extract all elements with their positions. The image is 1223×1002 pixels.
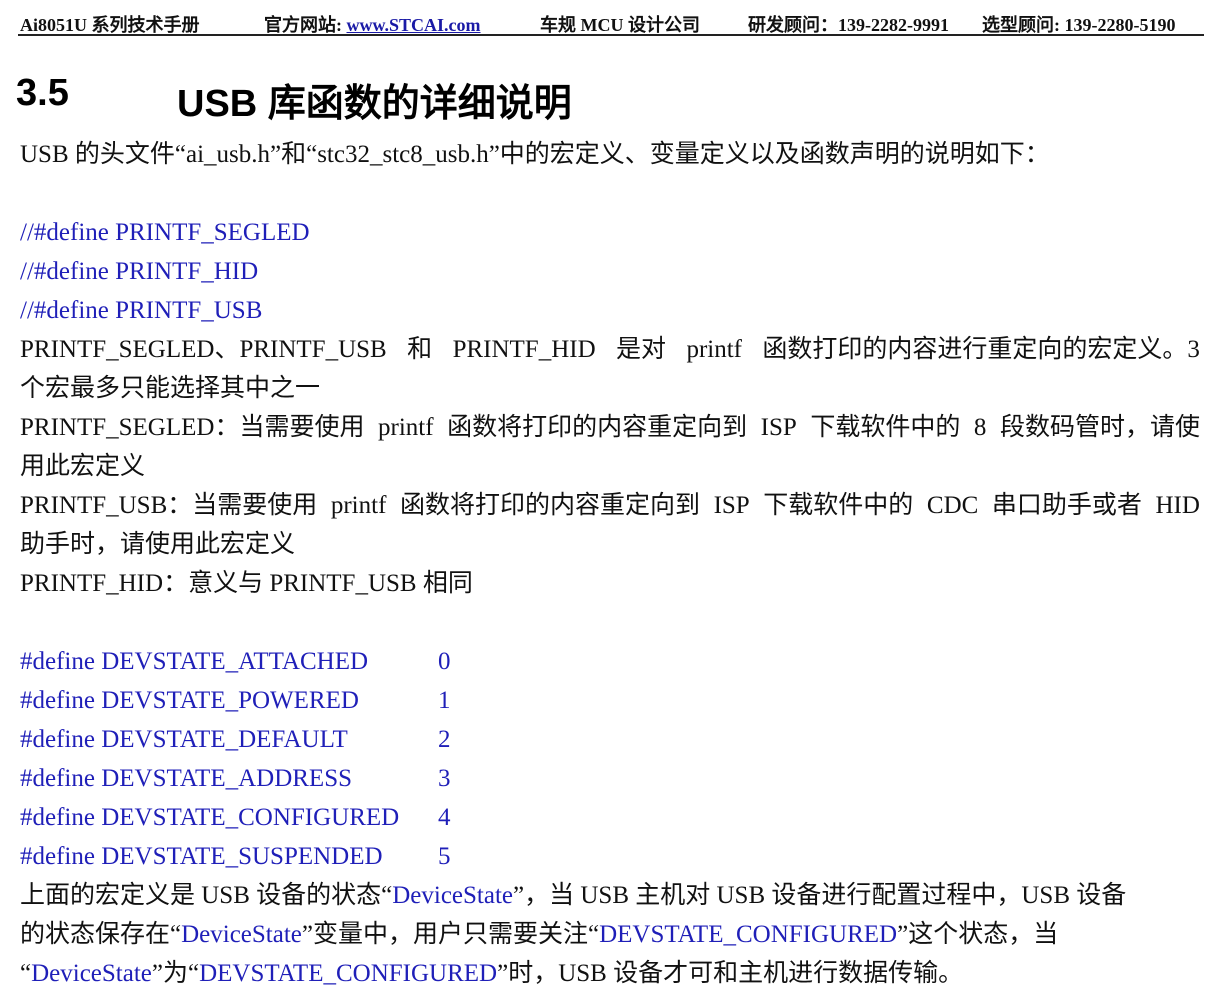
code-line: //#define PRINTF_SEGLED (20, 219, 310, 246)
official-site: 官方网站: www.STCAI.com (264, 11, 481, 37)
printf-desc-line: PRINTF_USB：当需要使用 printf 函数将打印的内容重定向到 ISP… (20, 490, 1200, 522)
final-paragraph-line: 上面的宏定义是 USB 设备的状态“DeviceState”，当 USB 主机对… (20, 880, 1126, 912)
company-slogan: 车规 MCU 设计公司 (540, 15, 700, 35)
text-run: PRINTF_SEGLED：当需要使用 (20, 414, 365, 441)
text-run: PRINTF_SEGLED、PRINTF_USB (20, 336, 387, 363)
selection-consultant: 选型顾问: 139-2280-5190 (982, 15, 1176, 35)
text-run: CDC (926, 492, 979, 519)
text-run: 是对 (616, 336, 667, 363)
text-run: 的状态保存在“ (20, 921, 182, 948)
printf-desc-line: PRINTF_HID：意义与 PRINTF_USB 相同 (20, 570, 473, 597)
section-title: USB 库函数的详细说明 (177, 83, 572, 125)
text-run: printf (330, 492, 387, 519)
define-value: 0 (438, 648, 451, 675)
final-paragraph-line: “DeviceState”为“DEVSTATE_CONFIGURED”时，USB… (20, 958, 963, 990)
text-run: 下载软件中的 (763, 492, 914, 519)
text-run: printf (686, 336, 743, 363)
text-run: ”为“ (151, 960, 200, 987)
devstate-define: #define DEVSTATE_SUSPENDED 5 (20, 841, 451, 873)
code-line: //#define PRINTF_USB (20, 297, 263, 324)
text-run-code: DEVSTATE_CONFIGURED (199, 960, 498, 987)
rd-consultant: 研发顾问：139-2282-9991 (748, 15, 949, 35)
printf-desc-line: 个宏最多只能选择其中之一 (20, 375, 321, 402)
text-run-code: DeviceState (31, 960, 152, 987)
text-run: 上面的宏定义是 USB 设备的状态“ (20, 882, 393, 909)
manual-title: Ai8051U 系列技术手册 (20, 15, 200, 35)
devstate-define: #define DEVSTATE_DEFAULT 2 (20, 724, 451, 756)
define-name: #define DEVSTATE_ATTACHED (20, 648, 369, 675)
text-run: ”，当 USB 主机对 USB 设备进行配置过程中，USB 设备 (513, 882, 1127, 909)
code-line: //#define PRINTF_HID (20, 258, 259, 285)
intro-paragraph: USB 的头文件“ai_usb.h”和“stc32_stc8_usb.h”中的宏… (20, 141, 1050, 168)
devstate-define: #define DEVSTATE_ADDRESS 3 (20, 763, 451, 795)
define-name: #define DEVSTATE_DEFAULT (20, 726, 348, 753)
printf-desc-line: PRINTF_SEGLED、PRINTF_USB 和 PRINTF_HID 是对… (20, 334, 1200, 366)
printf-desc-line: 用此宏定义 (20, 453, 146, 480)
final-paragraph-line: 的状态保存在“DeviceState”变量中，用户只需要关注“DEVSTATE_… (20, 919, 1058, 951)
text-run-code: DEVSTATE_CONFIGURED (599, 921, 898, 948)
official-site-link[interactable]: www.STCAI.com (347, 15, 481, 35)
official-site-label: 官方网站: (264, 15, 347, 35)
text-run: ”时，USB 设备才可和主机进行数据传输。 (497, 960, 964, 987)
text-run: 和 (407, 336, 433, 363)
printf-desc-line: 助手时，请使用此宏定义 (20, 531, 296, 558)
printf-desc-line: PRINTF_SEGLED：当需要使用 printf 函数将打印的内容重定向到 … (20, 412, 1200, 444)
text-run: ”这个状态，当 (897, 921, 1059, 948)
text-run: 串口助手或者 (991, 492, 1142, 519)
define-name: #define DEVSTATE_ADDRESS (20, 765, 353, 792)
define-value: 2 (438, 726, 451, 753)
text-run: PRINTF_HID (452, 336, 596, 363)
define-value: 1 (438, 687, 451, 714)
text-run: 函数将打印的内容重定向到 (447, 414, 748, 441)
text-run: HID (1155, 492, 1200, 519)
define-name: #define DEVSTATE_CONFIGURED (20, 804, 400, 831)
section-number: 3.5 (16, 72, 69, 114)
devstate-define: #define DEVSTATE_CONFIGURED 4 (20, 802, 451, 834)
define-name: #define DEVSTATE_POWERED (20, 687, 359, 714)
text-run: 函数打印的内容进行重定向的宏定义。3 (762, 336, 1200, 363)
define-value: 5 (438, 843, 451, 870)
text-run: printf (378, 414, 434, 441)
text-run: 下载软件中的 (810, 414, 961, 441)
define-name: #define DEVSTATE_SUSPENDED (20, 843, 383, 870)
page-header: Ai8051U 系列技术手册 官方网站: www.STCAI.com 车规 MC… (18, 6, 1204, 36)
devstate-define: #define DEVSTATE_POWERED 1 (20, 685, 451, 717)
text-run-code: DeviceState (392, 882, 514, 909)
define-value: 4 (438, 804, 451, 831)
text-run: 段数码管时，请使 (999, 414, 1200, 441)
text-run: ISP (713, 492, 750, 519)
text-run: 函数将打印的内容重定向到 (399, 492, 700, 519)
text-run: “ (20, 960, 32, 987)
define-value: 3 (438, 765, 451, 792)
devstate-define: #define DEVSTATE_ATTACHED 0 (20, 646, 451, 678)
text-run-code: DeviceState (181, 921, 302, 948)
text-run: 8 (973, 414, 987, 441)
text-run: ISP (760, 414, 797, 441)
text-run: PRINTF_USB：当需要使用 (20, 492, 318, 519)
text-run: ”变量中，用户只需要关注“ (301, 921, 600, 948)
